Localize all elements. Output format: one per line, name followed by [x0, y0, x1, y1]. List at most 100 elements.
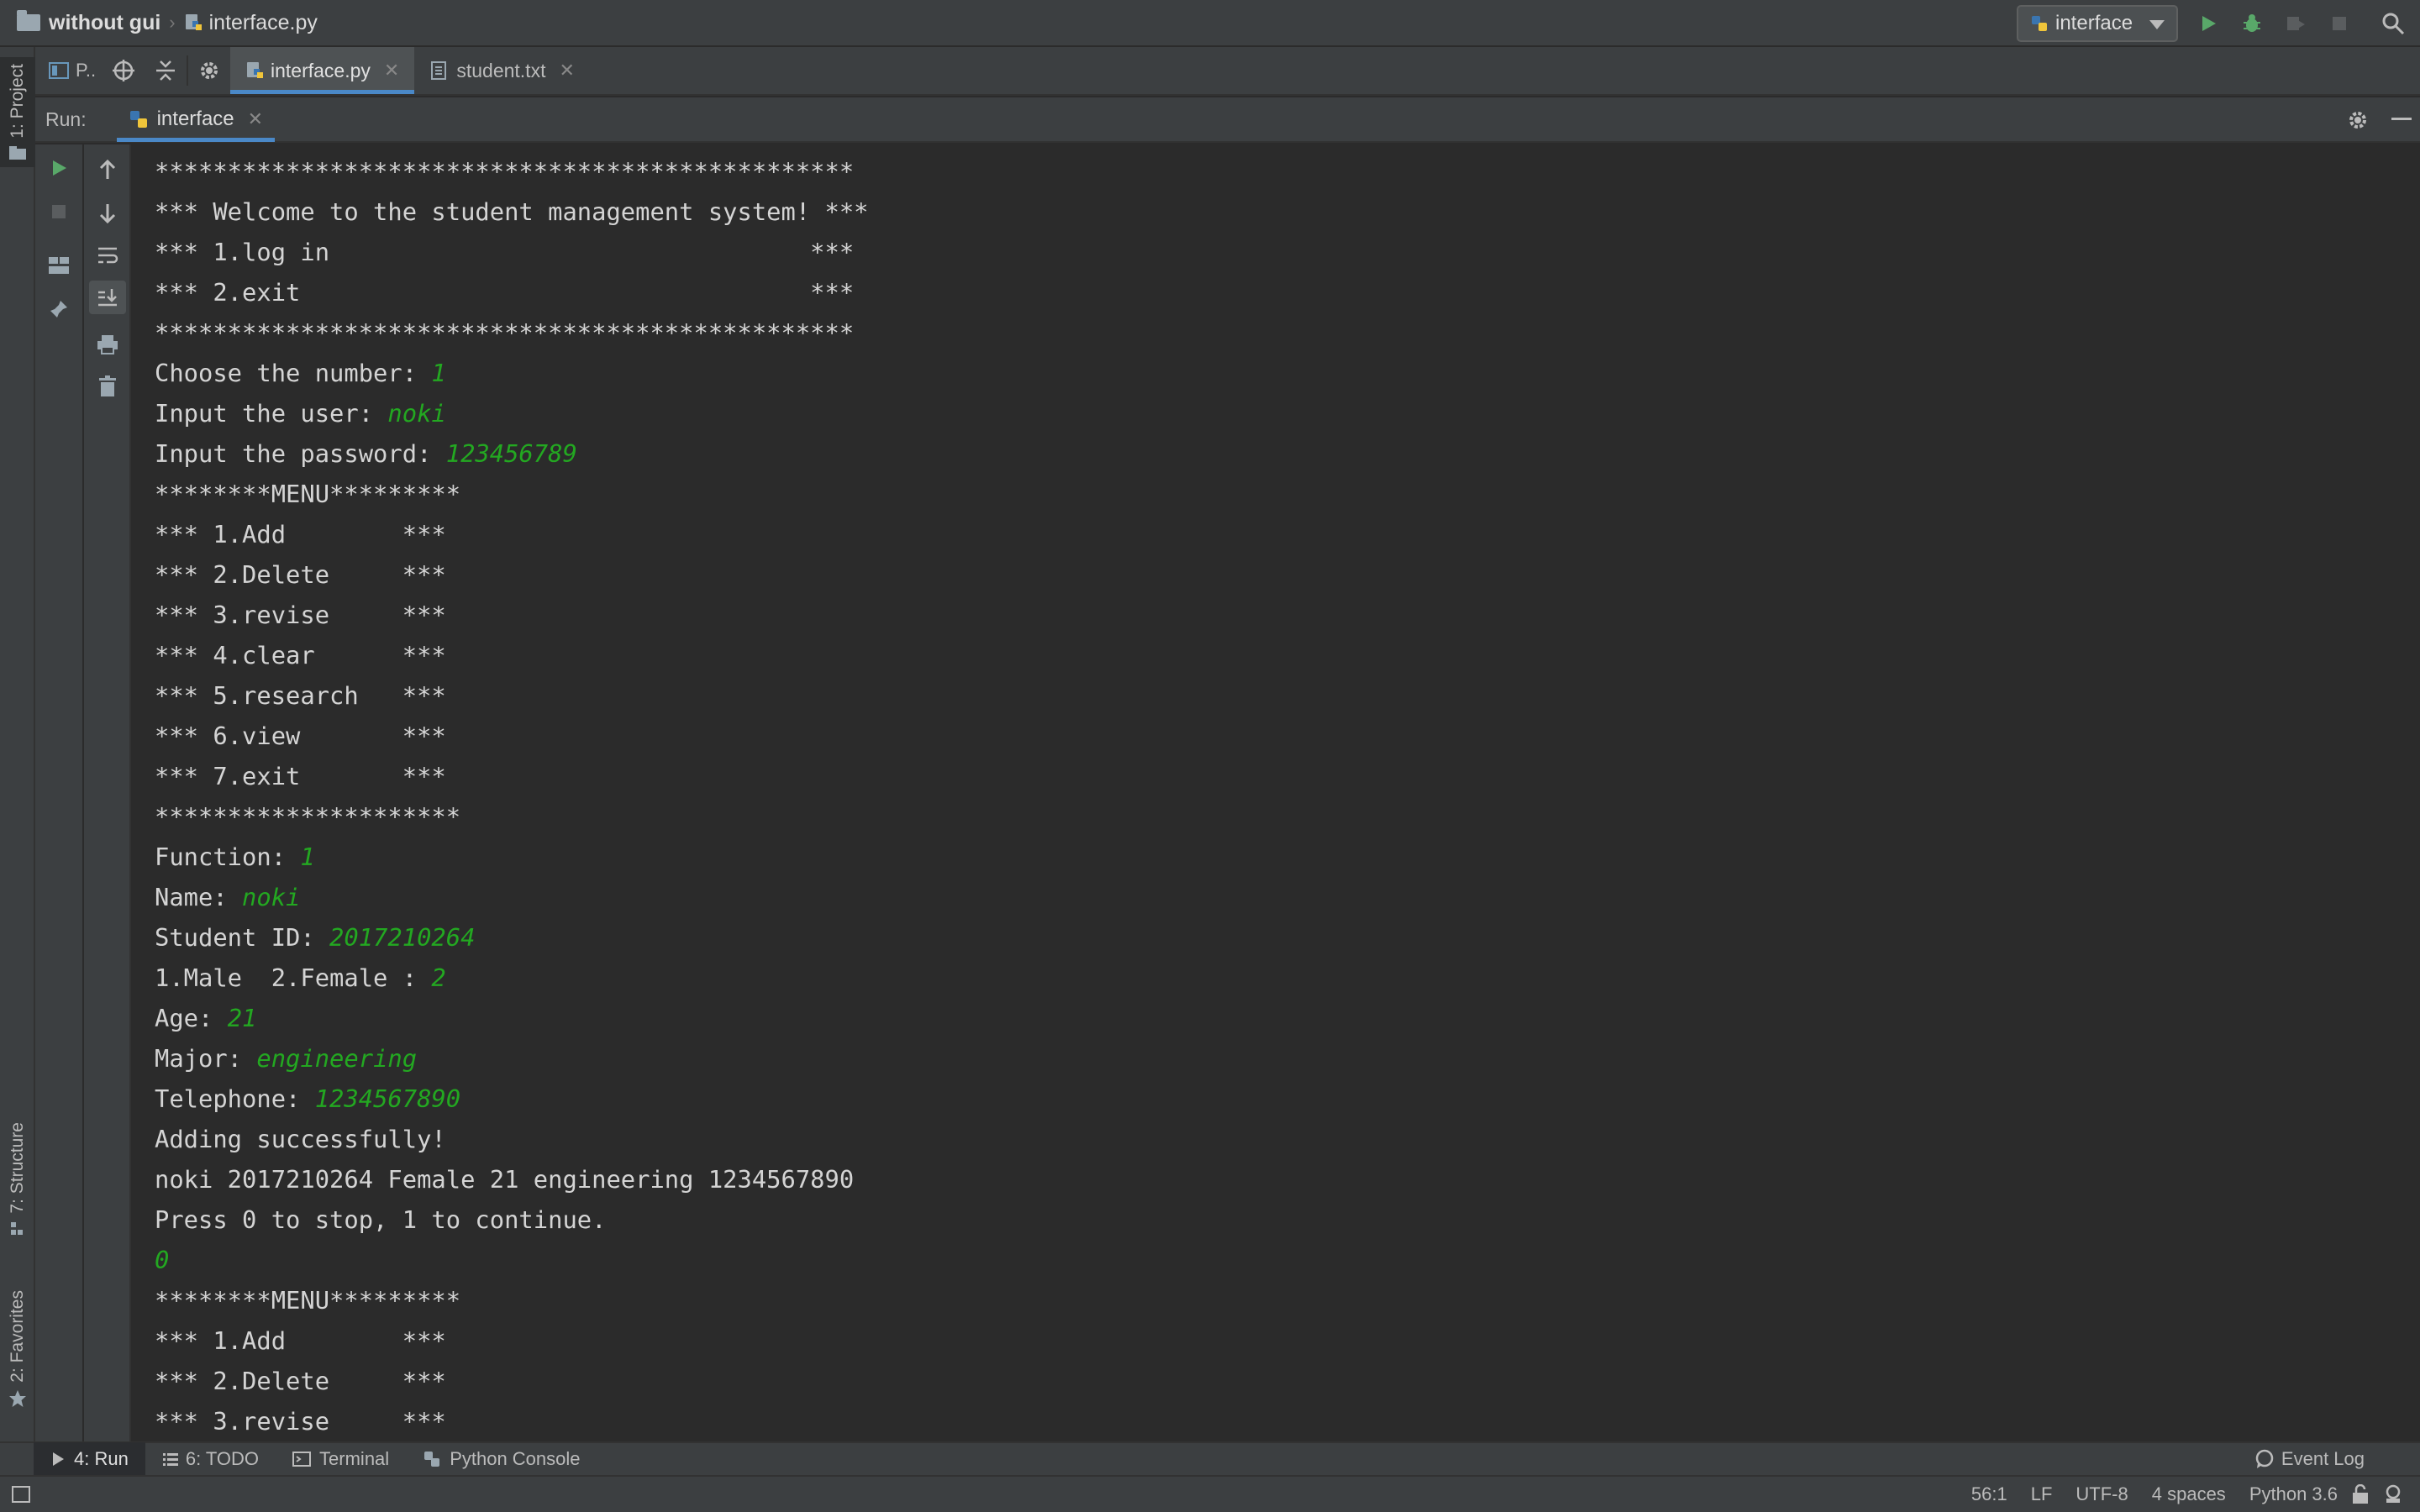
- tab-python-console[interactable]: Python Console: [406, 1442, 597, 1476]
- console-output-text: *** 2.exit ***: [155, 278, 855, 307]
- tab-event-log[interactable]: Event Log: [2238, 1442, 2381, 1476]
- tab-interface-py[interactable]: interface.py ✕: [230, 47, 415, 94]
- project-view-select[interactable]: P..: [35, 47, 103, 94]
- console-line: *** 1.log in ***: [155, 232, 2420, 272]
- console-user-input: 1: [300, 843, 315, 871]
- chevron-down-icon: [2149, 20, 2165, 29]
- run-tab-interface[interactable]: interface ✕: [116, 97, 276, 142]
- run-toolbar-primary: [35, 144, 82, 1441]
- run-settings-button[interactable]: [2346, 108, 2370, 136]
- file-encoding[interactable]: UTF-8: [2075, 1483, 2128, 1505]
- project-view-icon: [49, 62, 69, 79]
- scroll-down-button[interactable]: [84, 197, 131, 230]
- coverage-button[interactable]: [2282, 10, 2309, 37]
- stop-run-button[interactable]: [35, 195, 82, 228]
- text-file-icon: [431, 61, 447, 80]
- gear-icon: [201, 62, 218, 79]
- console-output-text: ********MENU*********: [155, 480, 461, 508]
- clear-all-button[interactable]: [84, 370, 131, 403]
- arrow-up-icon: [99, 159, 116, 179]
- console-line: *** 1.Add ***: [155, 514, 2420, 554]
- console-output-text: *** 5.research ***: [155, 681, 446, 710]
- locate-button[interactable]: [103, 47, 145, 94]
- stop-button[interactable]: [2326, 10, 2353, 37]
- console-output-text: Student ID:: [155, 923, 330, 952]
- console-output-text: Major:: [155, 1044, 257, 1073]
- console-output-text: *** Welcome to the student management sy…: [155, 197, 869, 226]
- caret-position[interactable]: 56:1: [1971, 1483, 2007, 1505]
- run-toolbar-secondary: [84, 144, 131, 1441]
- run-panel-label: Run:: [45, 108, 87, 130]
- debug-button[interactable]: [2238, 10, 2265, 37]
- console-user-input: 21: [227, 1004, 257, 1032]
- printer-icon: [97, 335, 118, 354]
- pin-tab-button[interactable]: [35, 292, 82, 326]
- console-line: 1.Male 2.Female : 2: [155, 958, 2420, 998]
- tool-windows-icon[interactable]: [12, 1486, 30, 1503]
- minimize-icon[interactable]: [2391, 118, 2412, 120]
- collapse-all-button[interactable]: [145, 47, 187, 94]
- close-icon[interactable]: ✕: [384, 60, 399, 81]
- soft-wrap-button[interactable]: [84, 239, 131, 272]
- console-user-input: engineering: [256, 1044, 418, 1073]
- breadcrumb-project[interactable]: without gui: [0, 10, 160, 35]
- settings-button[interactable]: [188, 47, 230, 94]
- structure-tool-tab[interactable]: 7: Structure: [0, 1122, 35, 1237]
- tab-run[interactable]: 4: Run: [34, 1442, 145, 1476]
- breadcrumb-file[interactable]: interface.py: [184, 11, 318, 35]
- tab-label: student.txt: [456, 59, 546, 81]
- run-console-output[interactable]: ****************************************…: [134, 144, 2420, 1441]
- bug-icon: [2244, 14, 2260, 32]
- line-separator[interactable]: LF: [2031, 1483, 2053, 1505]
- close-icon[interactable]: ✕: [248, 108, 263, 130]
- console-output-text: Input the user:: [155, 399, 388, 428]
- tab-todo[interactable]: 6: TODO: [145, 1442, 276, 1476]
- wrap-icon: [98, 247, 118, 264]
- terminal-icon: [292, 1452, 312, 1467]
- console-line: *** Welcome to the student management sy…: [155, 192, 2420, 232]
- rerun-button[interactable]: [35, 151, 82, 185]
- console-output-text: *** 3.revise ***: [155, 1407, 446, 1436]
- tab-terminal[interactable]: Terminal: [276, 1442, 406, 1476]
- console-line: *** 2.exit ***: [155, 272, 2420, 312]
- inspector-icon[interactable]: [2383, 1484, 2403, 1504]
- run-configuration-select[interactable]: interface: [2017, 5, 2178, 42]
- console-line: *********************: [155, 796, 2420, 837]
- console-line: *** 1.Add ***: [155, 1320, 2420, 1361]
- tab-run-label: 4: Run: [74, 1448, 129, 1469]
- lock-icon[interactable]: [2351, 1484, 2370, 1504]
- console-output-text: *** 2.Delete ***: [155, 1367, 446, 1395]
- crosshair-icon: [113, 60, 134, 81]
- scroll-to-end-button[interactable]: [89, 281, 126, 314]
- console-line: *** 7.exit ***: [155, 756, 2420, 796]
- close-icon[interactable]: ✕: [559, 60, 574, 81]
- indent-setting[interactable]: 4 spaces: [2152, 1483, 2226, 1505]
- console-line: Age: 21: [155, 998, 2420, 1038]
- print-button[interactable]: [84, 328, 131, 361]
- search-button[interactable]: [2380, 10, 2407, 37]
- collapse-icon: [156, 60, 175, 81]
- favorites-tool-tab[interactable]: 2: Favorites: [0, 1290, 35, 1408]
- run-panel-header: Run: interface ✕: [35, 97, 2420, 143]
- console-output-text: *** 1.Add ***: [155, 520, 446, 549]
- run-button[interactable]: [2195, 10, 2222, 37]
- console-line: Function: 1: [155, 837, 2420, 877]
- python-file-icon: [247, 62, 263, 78]
- list-icon: [162, 1453, 178, 1466]
- console-user-input: noki: [387, 399, 446, 428]
- console-output-text: *** 1.Add ***: [155, 1326, 446, 1355]
- scroll-up-button[interactable]: [84, 153, 131, 186]
- console-line: *** 5.research ***: [155, 675, 2420, 716]
- folder-icon: [9, 145, 26, 160]
- restore-layout-button[interactable]: [35, 249, 82, 282]
- tab-event-log-label: Event Log: [2281, 1448, 2365, 1469]
- python-interpreter[interactable]: Python 3.6: [2249, 1483, 2338, 1505]
- python-icon: [129, 111, 147, 128]
- console-line: Telephone: 1234567890: [155, 1079, 2420, 1119]
- tab-student-txt[interactable]: student.txt ✕: [414, 47, 590, 94]
- navigation-bar: without gui › interface.py interface: [0, 0, 2420, 47]
- project-tool-tab[interactable]: 1: Project: [0, 57, 35, 167]
- stop-icon: [52, 205, 66, 218]
- console-output-text: ****************************************…: [155, 318, 855, 347]
- console-line: ****************************************…: [155, 312, 2420, 353]
